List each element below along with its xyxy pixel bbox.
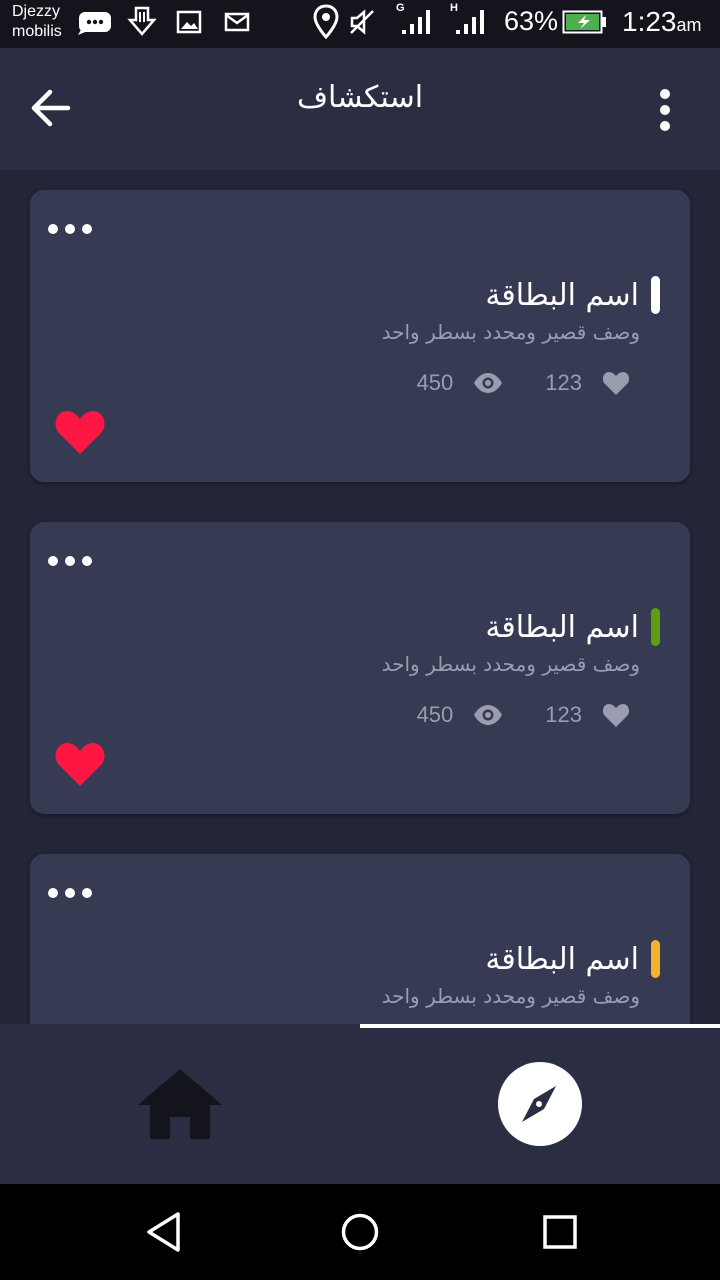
card[interactable]: اسم البطاقة وصف قصير ومحدد بسطر واحد 123… [30,522,690,814]
views-stat: 450 [417,370,504,396]
likes-count: 123 [545,370,582,395]
overflow-menu-button[interactable] [640,78,690,142]
card-list[interactable]: اسم البطاقة وصف قصير ومحدد بسطر واحد 123… [0,170,720,1024]
mute-icon [348,8,376,40]
tab-explore[interactable] [480,1044,600,1164]
location-icon [312,4,340,44]
likes-count: 123 [545,702,582,727]
card-description: وصف قصير ومحدد بسطر واحد [381,984,640,1008]
card-title: اسم البطاقة [485,277,639,313]
favorite-button[interactable] [54,408,106,456]
recents-square-icon [543,1215,577,1249]
more-horiz-icon [48,224,58,234]
card-title-row: اسم البطاقة [485,940,660,978]
home-circle-icon [341,1213,379,1251]
card-title: اسم البطاقة [485,609,639,645]
card[interactable]: اسم البطاقة وصف قصير ومحدد بسطر واحد [30,854,690,1024]
app-bar: استكشاف [0,48,720,170]
card-accent-bar [651,608,660,646]
battery-charging-icon [562,10,608,38]
system-home-button[interactable] [320,1202,400,1262]
clock: 1:23am [622,6,702,38]
card-more-button[interactable] [48,882,92,904]
heart-icon [55,411,105,454]
card-description: وصف قصير ومحدد بسطر واحد [381,320,640,344]
card-more-button[interactable] [48,550,92,572]
card-title-row: اسم البطاقة [485,276,660,314]
views-count: 450 [416,702,454,727]
heart-icon [55,743,105,786]
more-vert-icon [660,89,670,131]
page-title: استكشاف [296,80,424,115]
like-count-icon [602,372,630,395]
tab-home[interactable] [120,1054,240,1154]
compass-icon [498,1062,582,1146]
clock-suffix: am [676,15,702,35]
status-bar: Djezzy mobilis G H 63% 1:23am [0,0,720,48]
back-triangle-icon [147,1212,180,1252]
carrier-line-2: mobilis [12,23,62,40]
card-stats: 123 450 [417,370,630,396]
battery-percent: 63% [504,6,559,36]
system-recents-button[interactable] [520,1202,600,1262]
chat-bubble-icon [78,10,112,40]
more-horiz-icon [48,556,58,566]
card[interactable]: اسم البطاقة وصف قصير ومحدد بسطر واحد 123… [30,190,690,482]
card-description: وصف قصير ومحدد بسطر واحد [381,652,640,676]
eye-icon [474,373,503,393]
signal-icon [454,8,488,40]
more-horiz-icon [48,888,58,898]
image-icon [176,10,202,38]
bottom-navigation [0,1024,720,1184]
eye-icon [474,705,503,725]
card-more-button[interactable] [48,218,92,240]
like-count-icon [602,704,630,727]
home-icon [138,1069,222,1139]
card-accent-bar [651,940,660,978]
card-title-row: اسم البطاقة [485,608,660,646]
mail-icon [224,12,250,36]
carrier-label: Djezzy mobilis [12,2,62,42]
card-accent-bar [651,276,660,314]
views-stat: 450 [417,702,504,728]
download-icon [126,6,158,42]
system-back-button[interactable] [124,1202,204,1262]
signal-icon [400,8,434,40]
active-tab-indicator [360,1024,720,1028]
card-stats: 123 450 [417,702,630,728]
likes-stat: 123 [545,702,630,728]
card-title: اسم البطاقة [485,941,639,977]
carrier-line-1: Djezzy [12,3,61,20]
clock-time: 1:23 [622,6,677,37]
views-count: 450 [416,370,454,395]
favorite-button[interactable] [54,740,106,788]
system-navigation-bar [0,1184,720,1280]
likes-stat: 123 [545,370,630,396]
